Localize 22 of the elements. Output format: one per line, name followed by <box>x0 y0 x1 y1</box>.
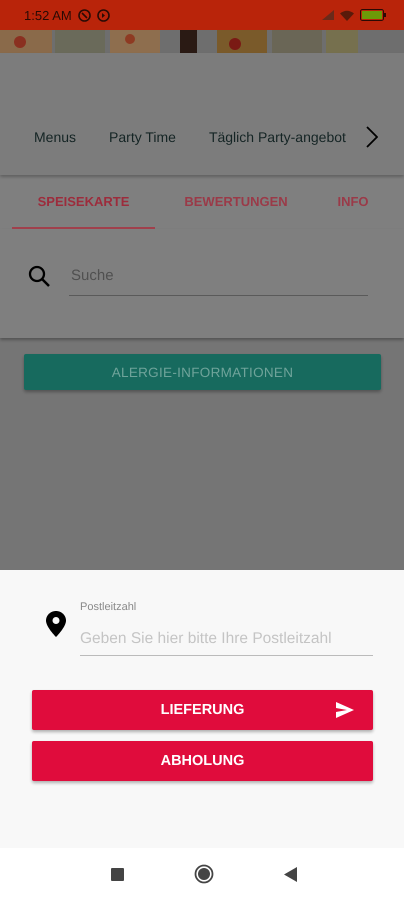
category-item[interactable]: Menus <box>34 129 76 145</box>
recent-apps-icon[interactable] <box>110 868 124 880</box>
wifi-icon <box>340 10 354 20</box>
notification-icon <box>78 8 91 22</box>
allergy-info-button[interactable]: ALERGIE-INFORMATIONEN <box>24 354 381 390</box>
status-time: 1:52 AM <box>24 8 72 22</box>
notification-icon <box>96 8 110 22</box>
chevron-right-icon[interactable] <box>366 126 378 148</box>
back-icon[interactable] <box>284 866 296 882</box>
tab[interactable]: BEWERTUNGEN <box>161 175 311 229</box>
category-item[interactable]: Party Time <box>109 129 176 145</box>
pickup-button[interactable]: ABHOLUNG <box>32 741 373 781</box>
field-label: Postleitzahl <box>80 601 138 613</box>
signal-icon <box>322 10 334 20</box>
battery-icon <box>360 9 388 21</box>
category-item[interactable]: Täglich Party-angebot <box>208 129 346 145</box>
send-icon <box>336 702 354 718</box>
tab[interactable]: INFO <box>328 175 378 229</box>
location-pin-icon <box>46 611 66 637</box>
delivery-button[interactable]: LIEFERUNG <box>32 690 373 730</box>
search-icon[interactable] <box>27 264 51 288</box>
home-icon[interactable] <box>194 864 214 884</box>
